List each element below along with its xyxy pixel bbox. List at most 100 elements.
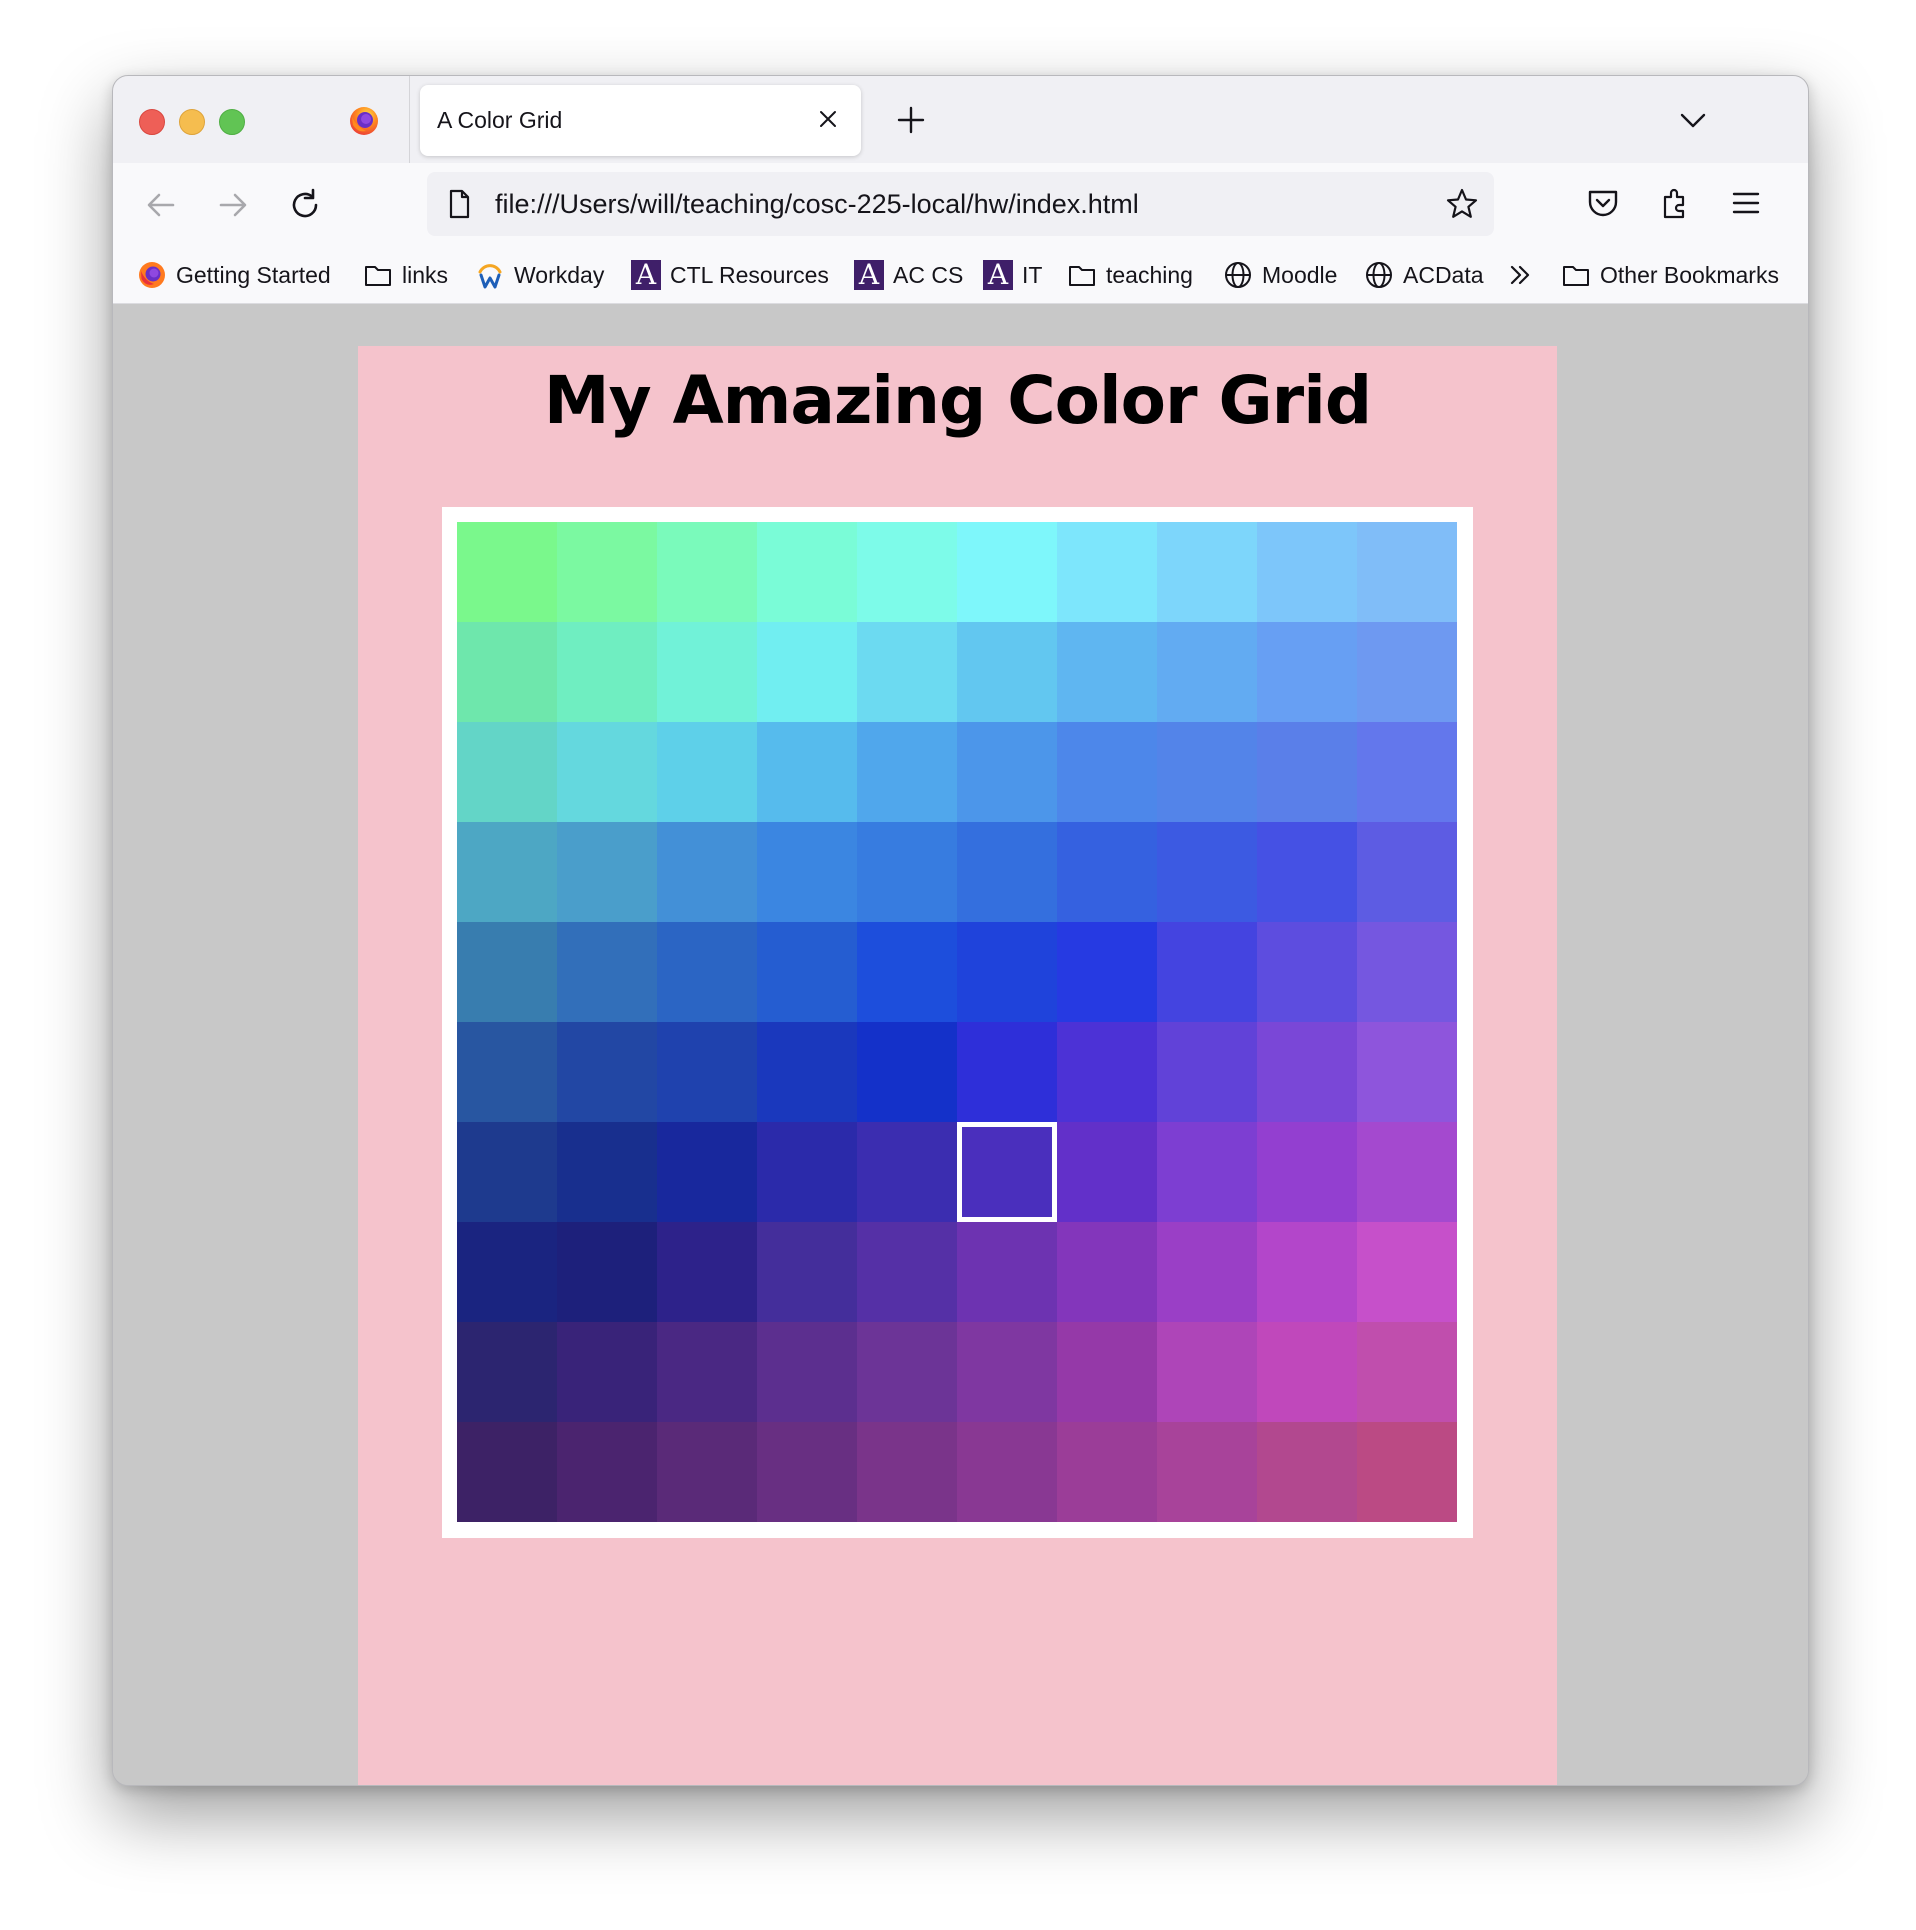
selected-grid-cell[interactable] (957, 1122, 1057, 1222)
grid-cell[interactable] (557, 1022, 657, 1122)
grid-cell[interactable] (757, 1022, 857, 1122)
grid-cell[interactable] (1057, 522, 1157, 622)
grid-cell[interactable] (857, 722, 957, 822)
grid-cell[interactable] (857, 1222, 957, 1322)
grid-cell[interactable] (1357, 1122, 1457, 1222)
grid-cell[interactable] (1257, 1422, 1357, 1522)
grid-cell[interactable] (757, 1122, 857, 1222)
grid-cell[interactable] (757, 1222, 857, 1322)
grid-cell[interactable] (557, 1222, 657, 1322)
grid-cell[interactable] (657, 1322, 757, 1422)
grid-cell[interactable] (457, 1422, 557, 1522)
grid-cell[interactable] (1057, 1222, 1157, 1322)
grid-cell[interactable] (1357, 1422, 1457, 1522)
grid-cell[interactable] (557, 822, 657, 922)
grid-cell[interactable] (1257, 1122, 1357, 1222)
chevron-down-icon[interactable] (1671, 99, 1715, 143)
grid-cell[interactable] (1157, 822, 1257, 922)
firefox-icon[interactable] (348, 105, 380, 137)
grid-cell[interactable] (1257, 922, 1357, 1022)
pocket-icon[interactable] (1581, 181, 1625, 225)
grid-cell[interactable] (1357, 822, 1457, 922)
reload-icon[interactable] (281, 181, 329, 229)
grid-cell[interactable] (1357, 622, 1457, 722)
grid-cell[interactable] (457, 1222, 557, 1322)
grid-cell[interactable] (557, 1322, 657, 1422)
grid-cell[interactable] (1357, 922, 1457, 1022)
bookmark-it[interactable]: A IT (983, 255, 1042, 295)
grid-cell[interactable] (757, 1322, 857, 1422)
bookmark-workday[interactable]: Workday (475, 255, 604, 295)
grid-cell[interactable] (457, 1122, 557, 1222)
grid-cell[interactable] (657, 822, 757, 922)
grid-cell[interactable] (1257, 522, 1357, 622)
grid-cell[interactable] (557, 922, 657, 1022)
grid-cell[interactable] (1357, 1222, 1457, 1322)
grid-cell[interactable] (1257, 1322, 1357, 1422)
grid-cell[interactable] (1057, 722, 1157, 822)
bookmark-star-icon[interactable] (1444, 186, 1480, 222)
grid-cell[interactable] (857, 822, 957, 922)
grid-cell[interactable] (957, 522, 1057, 622)
grid-cell[interactable] (557, 622, 657, 722)
grid-cell[interactable] (1057, 622, 1157, 722)
grid-cell[interactable] (1357, 522, 1457, 622)
grid-cell[interactable] (657, 1222, 757, 1322)
bookmark-acdata[interactable]: ACData (1364, 255, 1484, 295)
zoom-window-button[interactable] (219, 109, 245, 135)
grid-cell[interactable] (557, 1122, 657, 1222)
grid-cell[interactable] (1257, 1022, 1357, 1122)
grid-cell[interactable] (1057, 1022, 1157, 1122)
grid-cell[interactable] (1057, 822, 1157, 922)
grid-cell[interactable] (757, 722, 857, 822)
grid-cell[interactable] (557, 522, 657, 622)
grid-cell[interactable] (1157, 622, 1257, 722)
grid-cell[interactable] (1157, 1022, 1257, 1122)
grid-cell[interactable] (657, 522, 757, 622)
grid-cell[interactable] (1157, 1322, 1257, 1422)
grid-cell[interactable] (957, 822, 1057, 922)
close-icon[interactable] (813, 104, 843, 134)
grid-cell[interactable] (657, 722, 757, 822)
color-grid[interactable] (457, 522, 1457, 1522)
grid-cell[interactable] (857, 522, 957, 622)
grid-cell[interactable] (857, 1022, 957, 1122)
grid-cell[interactable] (1157, 522, 1257, 622)
grid-cell[interactable] (957, 622, 1057, 722)
grid-cell[interactable] (857, 622, 957, 722)
grid-cell[interactable] (957, 722, 1057, 822)
grid-cell[interactable] (1157, 1422, 1257, 1522)
bookmark-getting-started[interactable]: Getting Started (137, 255, 331, 295)
grid-cell[interactable] (957, 1022, 1057, 1122)
grid-cell[interactable] (1157, 922, 1257, 1022)
grid-cell[interactable] (957, 922, 1057, 1022)
grid-cell[interactable] (857, 1322, 957, 1422)
grid-cell[interactable] (1357, 722, 1457, 822)
grid-cell[interactable] (657, 1122, 757, 1222)
grid-cell[interactable] (1257, 1222, 1357, 1322)
grid-cell[interactable] (957, 1222, 1057, 1322)
address-bar[interactable]: file:///Users/will/teaching/cosc-225-loc… (427, 172, 1494, 236)
grid-cell[interactable] (857, 922, 957, 1022)
back-arrow-icon[interactable] (137, 181, 185, 229)
grid-cell[interactable] (1057, 1122, 1157, 1222)
grid-cell[interactable] (1357, 1022, 1457, 1122)
grid-cell[interactable] (857, 1122, 957, 1222)
grid-cell[interactable] (757, 822, 857, 922)
grid-cell[interactable] (957, 1322, 1057, 1422)
grid-cell[interactable] (1157, 1222, 1257, 1322)
bookmarks-overflow-button[interactable] (1505, 255, 1535, 295)
extensions-icon[interactable] (1653, 181, 1697, 225)
grid-cell[interactable] (557, 722, 657, 822)
minimize-window-button[interactable] (179, 109, 205, 135)
url-text[interactable]: file:///Users/will/teaching/cosc-225-loc… (495, 189, 1139, 220)
grid-cell[interactable] (1157, 1122, 1257, 1222)
grid-cell[interactable] (757, 922, 857, 1022)
grid-cell[interactable] (1257, 622, 1357, 722)
grid-cell[interactable] (1157, 722, 1257, 822)
bookmark-links[interactable]: links (363, 255, 448, 295)
bookmark-other-bookmarks[interactable]: Other Bookmarks (1561, 255, 1779, 295)
bookmark-ctl-resources[interactable]: A CTL Resources (631, 255, 829, 295)
menu-hamburger-icon[interactable] (1724, 181, 1768, 225)
grid-cell[interactable] (457, 822, 557, 922)
